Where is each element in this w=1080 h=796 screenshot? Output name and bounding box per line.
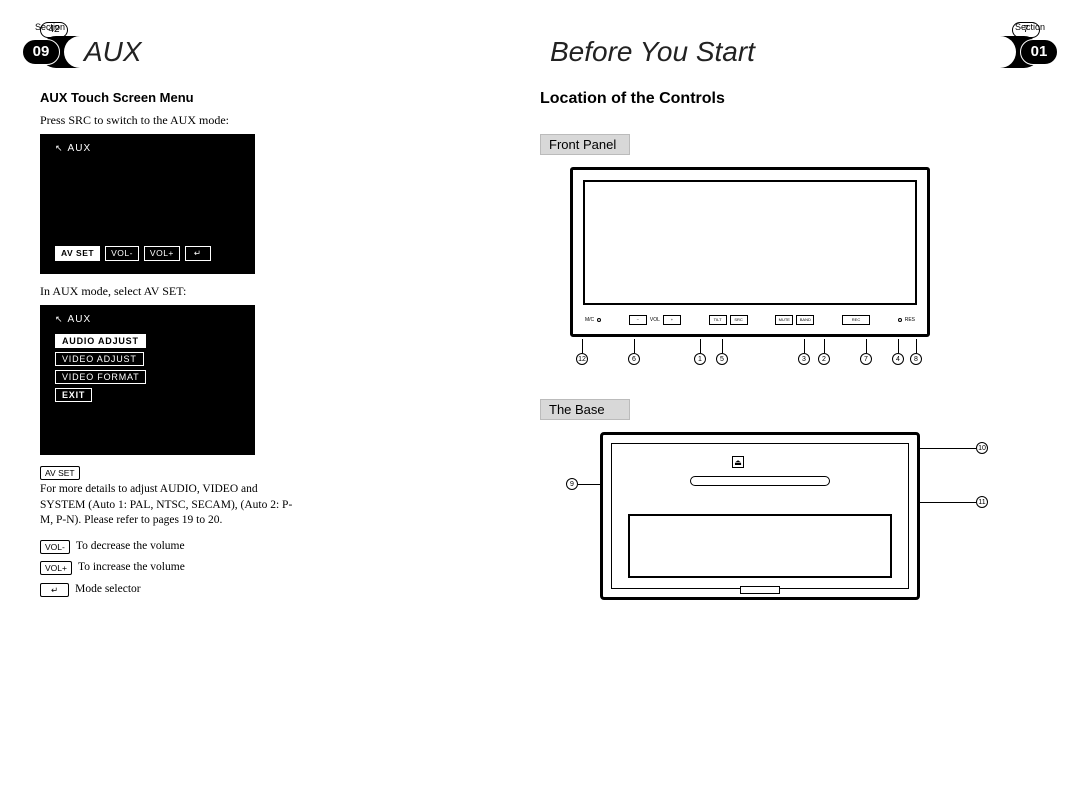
note-text-avset: For more details to adjust AUDIO, VIDEO … [40, 482, 300, 529]
front-panel-label: Front Panel [540, 134, 630, 155]
screen-mock-1: AUX AV SET VOL- VOL+ ↵ [40, 134, 255, 274]
note-text-voldown: To decrease the volume [76, 539, 185, 555]
callout-11: 11 [976, 496, 988, 508]
title-left: AUX [84, 36, 142, 68]
note-text-mode: Mode selector [75, 582, 140, 598]
note-badge-mode: ↵ [40, 583, 69, 597]
base-figure: 10 9 11 [570, 432, 970, 600]
avset-button: AV SET [55, 246, 100, 261]
fp-vol-minus: − [629, 315, 647, 325]
screen2-label: AUX [55, 314, 91, 325]
callout-7: 7 [860, 353, 872, 365]
eject-icon [732, 456, 744, 468]
subheading: AUX Touch Screen Menu [40, 90, 300, 105]
note-badge-volup: VOL+ [40, 561, 72, 575]
fp-band: BAND [796, 315, 814, 325]
fp-tilt: TILT [709, 315, 727, 325]
callout-5: 5 [716, 353, 728, 365]
callout-1: 1 [694, 353, 706, 365]
menu-exit: EXIT [55, 388, 92, 402]
note-badge-voldown: VOL- [40, 540, 70, 554]
fp-src: SRC [730, 315, 748, 325]
callout-6: 6 [628, 353, 640, 365]
callout-10: 10 [976, 442, 988, 454]
base-label: The Base [540, 399, 630, 420]
volup-button: VOL+ [144, 246, 180, 261]
instr-2: In AUX mode, select AV SET: [40, 284, 300, 299]
fp-vol: VOL [650, 317, 660, 323]
fp-res: RES [905, 317, 915, 323]
callout-4: 4 [892, 353, 904, 365]
base-tab [740, 586, 780, 594]
page-right: Section 01 Before You Start Location of … [540, 0, 1040, 68]
callout-3: 3 [798, 353, 810, 365]
fp-vol-plus: + [663, 315, 681, 325]
note-text-volup: To increase the volume [78, 560, 185, 576]
screen-mock-2: AUX AUDIO ADJUST VIDEO ADJUST VIDEO FORM… [40, 305, 255, 455]
page-left: Section 09 AUX AUX Touch Screen Menu Pre… [40, 0, 540, 68]
notes: AV SET For more details to adjust AUDIO,… [40, 465, 300, 597]
menu-video-format: VIDEO FORMAT [55, 370, 146, 384]
cassette-bay [628, 514, 892, 578]
title-right: Before You Start [550, 36, 755, 68]
page-number-right: 7 [1012, 22, 1040, 38]
header-right: 01 Before You Start [540, 36, 1040, 68]
menu-audio-adjust: AUDIO ADJUST [55, 334, 146, 348]
header-left: 09 AUX [40, 36, 540, 68]
voldown-button: VOL- [105, 246, 139, 261]
fp-mute: MUTE [775, 315, 793, 325]
mode-button: ↵ [185, 246, 211, 261]
fp-mic: M/C [585, 317, 594, 323]
note-badge-avset: AV SET [40, 466, 80, 480]
instr-1: Press SRC to switch to the AUX mode: [40, 113, 300, 128]
screen1-label: AUX [55, 143, 91, 154]
disc-slot [690, 476, 830, 486]
callout-2: 2 [818, 353, 830, 365]
page-number-left: 42 [40, 22, 68, 38]
fp-rec: REC [842, 315, 870, 325]
callout-9: 9 [566, 478, 578, 490]
callout-8: 8 [910, 353, 922, 365]
menu-video-adjust: VIDEO ADJUST [55, 352, 144, 366]
front-panel-figure: M/C − VOL + TILT SRC MUTE BAND [570, 167, 930, 373]
heading-right: Location of the Controls [540, 90, 1040, 108]
section-number-right: 01 [1020, 39, 1058, 65]
callout-12: 12 [576, 353, 588, 365]
section-number-left: 09 [22, 39, 60, 65]
